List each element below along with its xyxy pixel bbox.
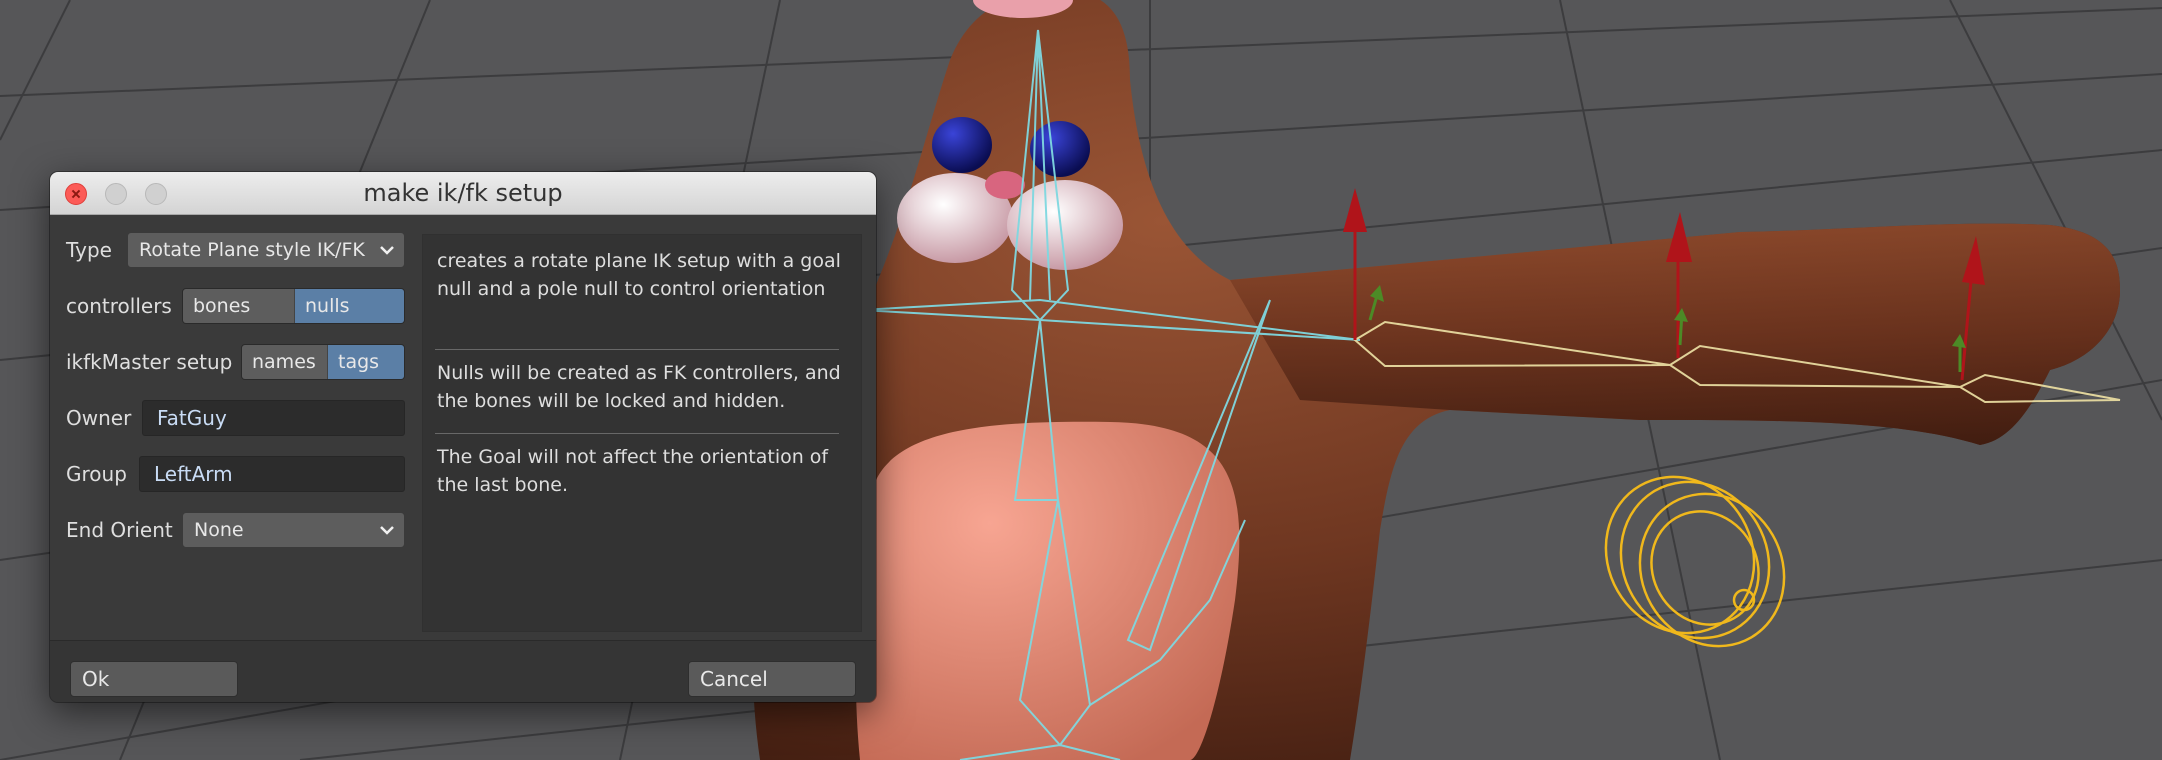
ikfk-master-option-tags[interactable]: tags bbox=[328, 345, 404, 379]
type-select[interactable]: Rotate Plane style IK/FK bbox=[127, 232, 405, 268]
dialog-titlebar[interactable]: make ik/fk setup bbox=[50, 172, 876, 215]
end-orient-select-value: None bbox=[194, 519, 244, 541]
description-paragraph: Nulls will be created as FK controllers,… bbox=[437, 362, 841, 412]
ikfk-master-setup-label: ikfkMaster setup bbox=[66, 350, 233, 374]
dialog-title: make ik/fk setup bbox=[363, 179, 563, 207]
controllers-label: controllers bbox=[66, 294, 172, 318]
owner-label: Owner bbox=[66, 406, 132, 430]
make-ik-fk-setup-dialog: make ik/fk setup Type Rotate Plane style… bbox=[50, 172, 876, 702]
end-orient-label: End Orient bbox=[66, 518, 173, 542]
description-divider bbox=[435, 433, 839, 434]
dialog-footer: Ok Cancel bbox=[50, 640, 876, 702]
controllers-option-bones[interactable]: bones bbox=[183, 289, 295, 323]
end-orient-select[interactable]: None bbox=[182, 512, 405, 548]
description-paragraph: The Goal will not affect the orientation… bbox=[437, 446, 829, 496]
controllers-option-nulls[interactable]: nulls bbox=[295, 289, 404, 323]
type-select-value: Rotate Plane style IK/FK bbox=[139, 239, 365, 261]
owner-field[interactable]: FatGuy bbox=[142, 400, 405, 436]
description-panel: creates a rotate plane IK setup with a g… bbox=[422, 234, 862, 632]
description-paragraph: creates a rotate plane IK setup with a g… bbox=[437, 250, 841, 300]
group-label: Group bbox=[66, 462, 127, 486]
ok-button[interactable]: Ok bbox=[70, 661, 238, 697]
description-divider bbox=[435, 349, 839, 350]
controllers-segmented-control: bones nulls bbox=[182, 288, 405, 324]
chevron-down-icon bbox=[380, 526, 394, 535]
group-field[interactable]: LeftArm bbox=[139, 456, 405, 492]
chevron-down-icon bbox=[380, 246, 394, 255]
ikfk-master-option-names[interactable]: names bbox=[242, 345, 328, 379]
type-label: Type bbox=[66, 238, 112, 262]
cancel-button[interactable]: Cancel bbox=[688, 661, 856, 697]
ikfk-master-segmented-control: names tags bbox=[241, 344, 405, 380]
